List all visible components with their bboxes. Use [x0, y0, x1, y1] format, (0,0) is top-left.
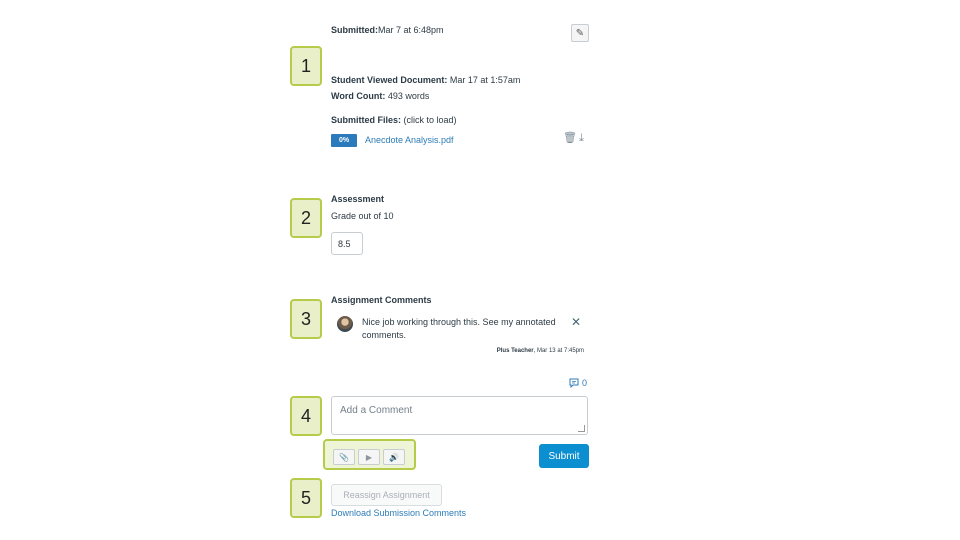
submitted-files-line: Submitted Files: (click to load)	[331, 115, 457, 125]
callout-4: 4	[290, 396, 322, 436]
file-link[interactable]: Anecdote Analysis.pdf	[365, 135, 454, 145]
callout-5: 5	[290, 478, 322, 518]
download-comments-link[interactable]: Download Submission Comments	[331, 508, 466, 518]
file-progress-badge: 0%	[331, 134, 357, 147]
audio-button[interactable]: 🔊	[383, 449, 405, 465]
attach-button[interactable]: 📎	[333, 449, 355, 465]
word-count-line: Word Count: 493 words	[331, 91, 429, 101]
pencil-icon: ✎	[575, 27, 585, 39]
comment-count[interactable]: 0	[569, 378, 587, 388]
callout-3: 3	[290, 299, 322, 339]
callout-2: 2	[290, 198, 322, 238]
viewed-value: Mar 17 at 1:57am	[447, 75, 521, 85]
submitted-value: Mar 7 at 6:48pm	[378, 25, 444, 35]
comment-icon	[569, 378, 579, 388]
comment-count-value: 0	[582, 378, 588, 388]
comment-meta: Plus Teacher, Mar 13 at 7:45pm	[470, 348, 584, 354]
callout-1: 1	[290, 46, 322, 86]
download-icon[interactable]: ⤓	[579, 132, 586, 144]
file-actions: 🗑⤓	[563, 131, 586, 145]
files-hint: (click to load)	[401, 115, 457, 125]
grade-input[interactable]: 8.5	[331, 232, 363, 255]
grade-max: 10	[383, 211, 394, 221]
trash-icon[interactable]: 🗑	[563, 132, 579, 144]
viewed-line: Student Viewed Document: Mar 17 at 1:57a…	[331, 75, 520, 85]
submitted-line: Submitted:Mar 7 at 6:48pm	[331, 25, 444, 35]
viewed-label: Student Viewed Document:	[331, 75, 448, 85]
avatar	[337, 316, 353, 332]
resize-handle[interactable]	[578, 425, 585, 432]
attach-icon: 📎	[339, 452, 349, 462]
assessment-heading: Assessment	[331, 194, 385, 204]
submit-button[interactable]: Submit	[539, 444, 589, 468]
video-icon: ▶	[365, 452, 373, 462]
comment-date: , Mar 13 at 7:45pm	[533, 348, 584, 354]
media-toolbar: 📎 ▶ 🔊	[323, 439, 416, 470]
comments-heading: Assignment Comments	[331, 295, 432, 305]
audio-icon: 🔊	[389, 452, 399, 462]
close-icon[interactable]: ✕	[571, 315, 581, 329]
grade-label: Grade out of 10	[331, 211, 394, 221]
submitted-label: Submitted:	[331, 25, 378, 35]
files-label: Submitted Files:	[331, 115, 402, 125]
reassign-button[interactable]: Reassign Assignment	[331, 484, 442, 506]
comment-text: Nice job working through this. See my an…	[362, 317, 556, 340]
word-count-value: 493 words	[385, 91, 430, 101]
word-count-label: Word Count:	[331, 91, 386, 101]
grade-prefix: Grade out of	[331, 211, 384, 221]
edit-button[interactable]: ✎	[571, 24, 589, 42]
comment-author: Plus Teacher	[496, 348, 534, 354]
comment-input[interactable]: Add a Comment	[331, 396, 588, 435]
media-button[interactable]: ▶	[358, 449, 380, 465]
comment-placeholder: Add a Comment	[340, 405, 413, 416]
